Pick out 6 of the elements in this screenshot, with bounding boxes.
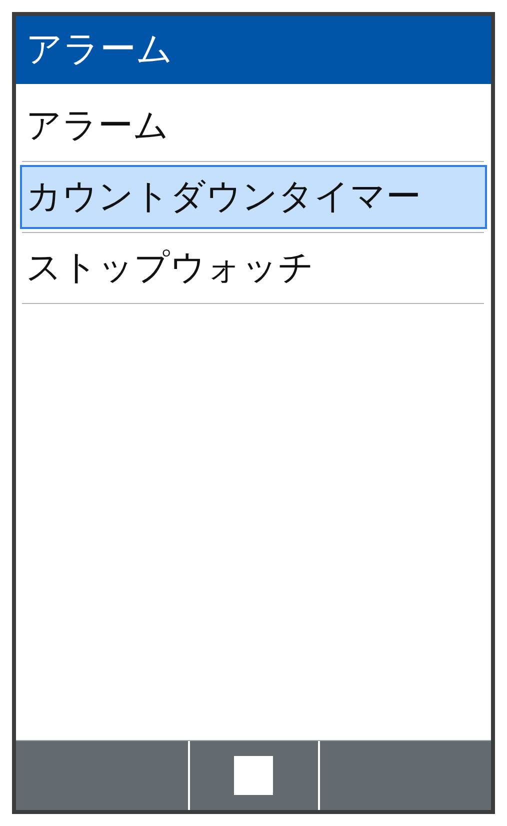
menu-item[interactable]: カウントダウンタイマー [20,165,487,229]
screen-header: アラーム [16,16,491,84]
menu-item[interactable]: ストップウォッチ [20,236,487,300]
square-icon [234,756,273,795]
menu-item[interactable]: アラーム [20,94,487,158]
softkey[interactable] [190,741,318,810]
